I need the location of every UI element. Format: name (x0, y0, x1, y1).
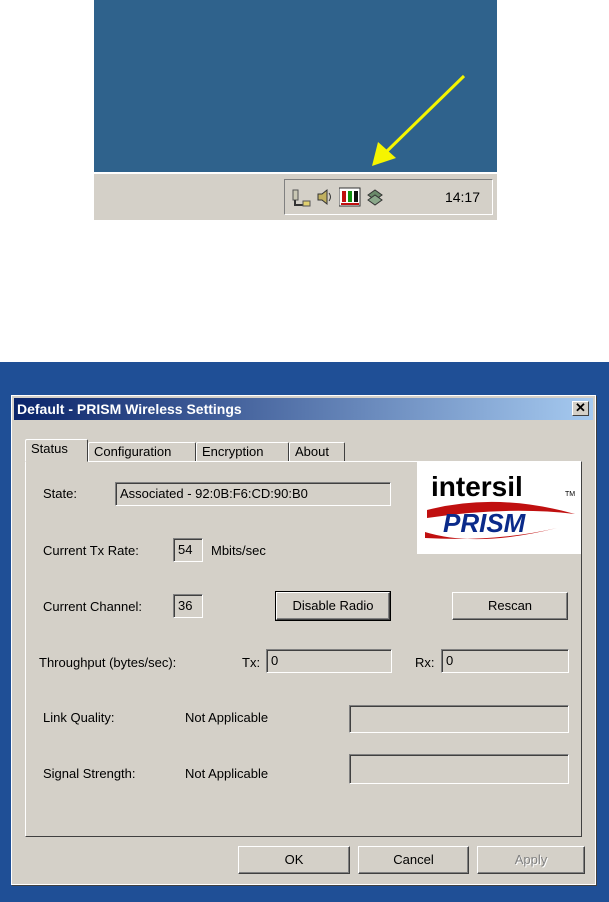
taskbar: 14:17 (94, 172, 497, 220)
link-quality-value: Not Applicable (185, 710, 269, 725)
prism-settings-dialog: Default - PRISM Wireless Settings ✕ Stat… (11, 395, 596, 885)
ok-button[interactable]: OK (238, 846, 350, 874)
volume-icon[interactable] (315, 187, 335, 207)
rx-throughput-field: 0 (441, 649, 569, 673)
intersil-prism-logo: intersil TM PRISM (417, 462, 581, 554)
title-bar[interactable]: Default - PRISM Wireless Settings ✕ (14, 398, 593, 420)
system-tray: 14:17 (284, 179, 493, 215)
tx-label: Tx: (242, 655, 261, 670)
tx-throughput-field: 0 (266, 649, 392, 673)
tx-rate-field: 54 (173, 538, 203, 562)
logo-product: PRISM (443, 508, 527, 538)
rx-label: Rx: (415, 655, 435, 670)
state-label: State: (43, 486, 77, 501)
link-quality-label: Link Quality: (43, 710, 115, 725)
desktop-crop: 14:17 (94, 0, 497, 220)
connection-icon[interactable] (365, 187, 385, 207)
rescan-button[interactable]: Rescan (452, 592, 568, 620)
tab-encryption[interactable]: Encryption (196, 442, 289, 462)
network-icon[interactable] (291, 187, 311, 207)
window-title: Default - PRISM Wireless Settings (17, 401, 242, 417)
channel-label: Current Channel: (43, 599, 142, 614)
logo-brand: intersil (431, 471, 523, 502)
signal-strength-meter (349, 754, 569, 784)
disable-radio-button[interactable]: Disable Radio (275, 591, 391, 621)
link-quality-meter (349, 705, 569, 733)
signal-strength-value: Not Applicable (185, 766, 269, 781)
tray-clock[interactable]: 14:17 (445, 189, 480, 205)
throughput-label: Throughput (bytes/sec): (39, 655, 177, 670)
pointer-arrow-icon (372, 74, 466, 166)
state-field: Associated - 92:0B:F6:CD:90:B0 (115, 482, 391, 506)
prism-wireless-icon[interactable] (338, 187, 361, 207)
close-button[interactable]: ✕ (572, 401, 589, 416)
tab-about[interactable]: About (289, 442, 345, 462)
cancel-button[interactable]: Cancel (358, 846, 469, 874)
tx-rate-label: Current Tx Rate: (43, 543, 139, 558)
tx-rate-unit: Mbits/sec (211, 543, 266, 558)
tab-status[interactable]: Status (25, 439, 88, 462)
tab-configuration[interactable]: Configuration (88, 442, 196, 462)
logo-trademark: TM (565, 491, 575, 498)
signal-strength-label: Signal Strength: (43, 766, 136, 781)
channel-field: 36 (173, 594, 203, 618)
apply-button: Apply (477, 846, 585, 874)
